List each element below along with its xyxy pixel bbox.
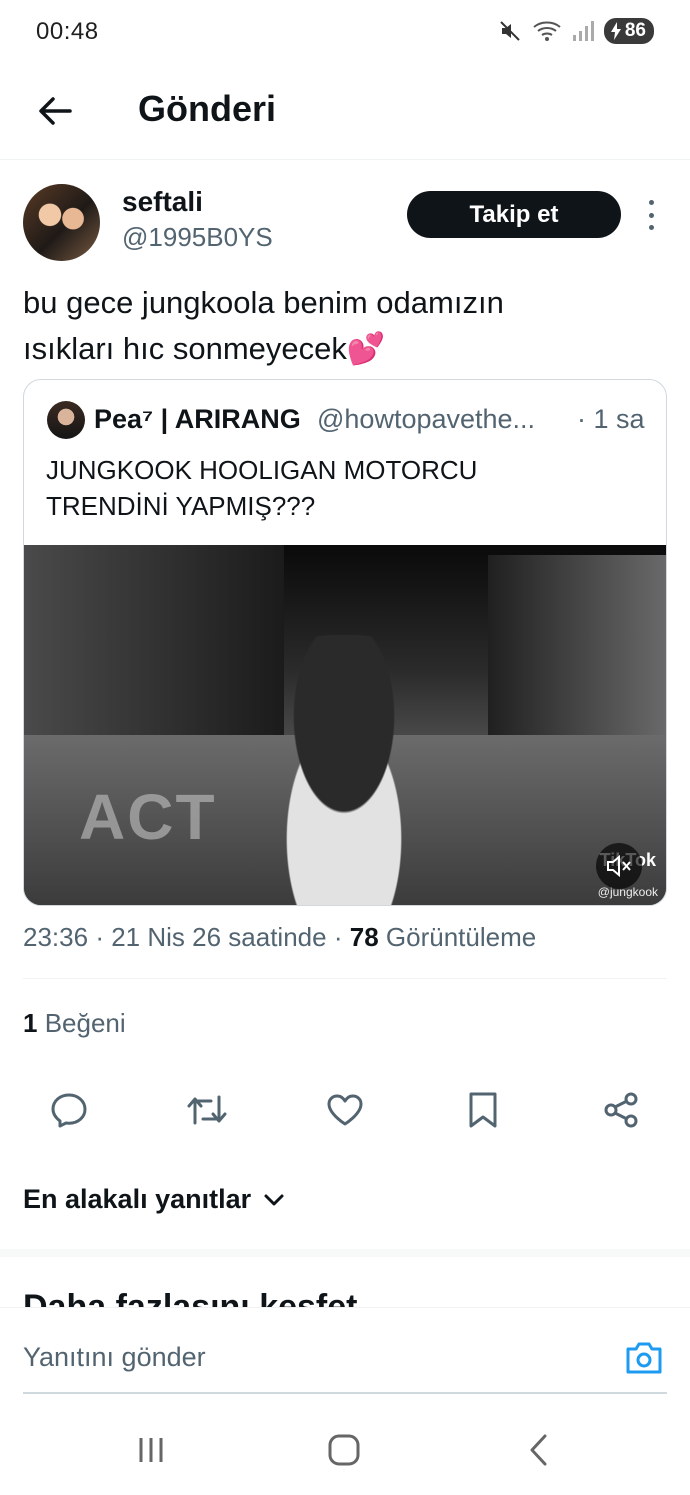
- quote-timestamp: · 1 sa: [577, 404, 645, 434]
- camera-icon: [626, 1342, 662, 1374]
- signal-icon: [572, 21, 594, 41]
- bookmark-button[interactable]: [461, 1088, 505, 1132]
- reply-input[interactable]: Yanıtını gönder: [23, 1342, 206, 1373]
- home-button[interactable]: [314, 1425, 374, 1475]
- author-display-name[interactable]: seftali: [122, 186, 203, 218]
- tweet-text-line: ısıkları hıc sonmeyecek💕: [23, 331, 386, 366]
- quote-text-line: JUNGKOOK HOOLIGAN MOTORCU: [46, 455, 478, 485]
- tweet-date: 21 Nis 26 saatinde: [111, 922, 327, 952]
- video-mute-button[interactable]: [596, 843, 642, 889]
- likes-summary[interactable]: 1 Beğeni: [23, 1008, 126, 1039]
- meta-separator: ·: [95, 922, 104, 952]
- wifi-icon: [533, 21, 561, 41]
- quote-text-line: TRENDİNİ YAPMIŞ???: [46, 491, 316, 521]
- battery-level: 86: [624, 20, 646, 41]
- reply-input-underline: [23, 1392, 667, 1394]
- system-back-button[interactable]: [508, 1425, 568, 1475]
- recent-apps-button[interactable]: [121, 1425, 181, 1475]
- system-nav-bar: [0, 1407, 690, 1495]
- quote-author-name: Pea⁷ | ARIRANG: [94, 404, 301, 434]
- replies-sort-label: En alakalı yanıtlar: [23, 1184, 252, 1214]
- reply-icon: [51, 1093, 87, 1128]
- video-scene-building-right: [488, 555, 666, 745]
- status-bar: 00:48 86: [0, 0, 690, 64]
- quote-video[interactable]: ACT TikTok @jungkook: [24, 545, 666, 905]
- meta-separator: ·: [333, 922, 343, 952]
- views-label: Görüntüleme: [385, 922, 537, 952]
- tweet-meta: 23:36 · 21 Nis 26 saatinde · 78 Görüntül…: [23, 922, 536, 953]
- camera-button[interactable]: [624, 1338, 664, 1378]
- follow-button[interactable]: Takip et: [407, 191, 621, 238]
- views-count: 78: [349, 922, 379, 952]
- more-options-icon[interactable]: [638, 200, 664, 230]
- likes-count: 1: [23, 1008, 38, 1038]
- tweet-text-line: bu gece jungkoola benim odamızın: [23, 285, 504, 320]
- tweet-time: 23:36: [23, 922, 89, 952]
- replies-sort-dropdown[interactable]: En alakalı yanıtlar: [23, 1184, 285, 1215]
- mute-icon: [500, 21, 520, 41]
- reply-button[interactable]: [47, 1088, 91, 1132]
- quote-tweet-card[interactable]: Pea⁷ | ARIRANG @howtopavethe... · 1 sa J…: [23, 379, 667, 906]
- like-icon: [327, 1094, 363, 1126]
- tweet-text: bu gece jungkoola benim odamızın ısıklar…: [23, 280, 663, 372]
- page-title: Gönderi: [138, 88, 277, 129]
- divider: [23, 978, 667, 979]
- share-icon: [604, 1092, 638, 1128]
- top-app-bar: Gönderi: [0, 64, 690, 160]
- author-handle[interactable]: @1995B0YS: [122, 222, 273, 253]
- chevron-down-icon: [264, 1194, 284, 1205]
- share-button[interactable]: [599, 1088, 643, 1132]
- likes-label: Beğeni: [44, 1008, 126, 1038]
- quote-author-avatar: [47, 401, 85, 439]
- quote-author-handle: @howtopavethe...: [317, 404, 536, 434]
- like-button[interactable]: [323, 1088, 367, 1132]
- recent-apps-icon: [139, 1438, 163, 1462]
- bookmark-icon: [469, 1092, 497, 1128]
- volume-muted-icon: [607, 855, 631, 877]
- status-icons: 86: [498, 18, 654, 44]
- quote-text: JUNGKOOK HOOLIGAN MOTORCU TRENDİNİ YAPMI…: [46, 452, 646, 524]
- section-separator: [0, 1249, 690, 1257]
- chevron-left-icon: [530, 1434, 547, 1466]
- charging-icon: [610, 22, 621, 40]
- back-button[interactable]: [30, 86, 80, 136]
- arrow-left-icon: [39, 97, 72, 125]
- retweet-icon: [187, 1095, 227, 1125]
- retweet-button[interactable]: [185, 1088, 229, 1132]
- status-time: 00:48: [36, 18, 99, 45]
- video-scene-rider: [244, 635, 444, 905]
- reply-composer: Yanıtını gönder: [0, 1307, 690, 1407]
- home-icon: [328, 1434, 360, 1466]
- author-avatar[interactable]: [23, 184, 100, 261]
- battery-indicator: 86: [603, 18, 654, 44]
- video-overlay-text: ACT: [79, 781, 217, 853]
